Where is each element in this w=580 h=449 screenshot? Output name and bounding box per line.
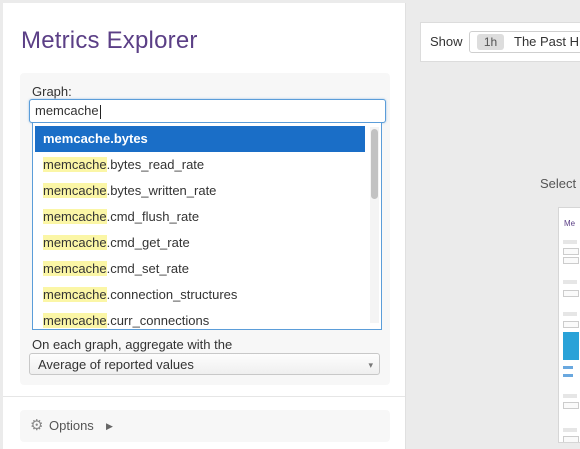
suggestion-item[interactable]: memcache.bytes_written_rate [35,178,365,204]
suggestion-rest: .bytes_read_rate [106,157,205,172]
select-prompt: Select [540,176,577,191]
page-title: Metrics Explorer [21,27,198,54]
suggestion-rest: .curr_connections [106,313,210,328]
suggestion-rest: .bytes [110,131,148,146]
suggestion-item[interactable]: memcache.curr_connections [35,308,365,329]
suggestion-match: memcache [43,235,107,250]
preview-line [563,240,577,244]
suggestion-item[interactable]: memcache.cmd_flush_rate [35,204,365,230]
preview-line [563,394,577,398]
suggestion-rest: .cmd_get_rate [106,235,190,250]
preview-line [563,280,577,284]
suggestion-match: memcache [43,287,107,302]
dropdown-scrollbar[interactable] [370,127,379,323]
preview-field [563,402,579,409]
metrics-explorer-panel: Metrics Explorer Graph: memcache memcach… [3,3,406,449]
options-label: Options [49,418,94,433]
time-range-bar: Show 1h The Past H [420,22,580,62]
suggestion-item[interactable]: memcache.cmd_set_rate [35,256,365,282]
suggestion-match: memcache [43,313,107,328]
preview-link [563,366,573,369]
suggestion-rest: .connection_structures [106,287,238,302]
preview-title-fragment: Me [564,219,576,228]
aggregate-label: On each graph, aggregate with the [32,337,233,352]
suggestion-match: memcache [43,209,107,224]
graph-label: Graph: [32,84,72,99]
options-toggle[interactable]: ⚙ Options ▶ [20,410,390,442]
preview-field [563,321,579,328]
preview-field [563,257,579,264]
suggestion-rest: .cmd_set_rate [106,261,189,276]
suggestion-match: memcache [43,183,107,198]
gear-icon: ⚙ [30,417,44,434]
preview-highlight [563,332,579,360]
show-label: Show [430,34,463,49]
preview-link [563,374,573,377]
suggestion-rest: .bytes_written_rate [106,183,217,198]
select-arrow-icon: ▾ [368,360,373,370]
text-caret [99,104,101,119]
caret-right-icon: ▶ [106,421,113,431]
metric-suggestions-dropdown[interactable]: memcache.bytes memcache.bytes_read_rate … [32,123,382,330]
suggestion-rest: .cmd_flush_rate [106,209,200,224]
aggregate-select-value: Average of reported values [38,357,194,372]
scrollbar-thumb[interactable] [371,129,378,199]
preview-thumbnail: Me [558,207,580,443]
suggestion-item[interactable]: memcache.bytes [35,126,365,152]
time-range-text: The Past H [514,34,580,49]
preview-line [563,312,577,316]
metric-search-value: memcache [35,103,99,118]
graph-section: Graph: memcache memcache.bytes memcache.… [20,73,390,385]
preview-field [563,248,579,255]
preview-field [563,436,579,442]
suggestion-item[interactable]: memcache.bytes_read_rate [35,152,365,178]
suggestion-match: memcache [43,131,111,146]
preview-line [563,428,577,432]
metric-search-input[interactable]: memcache [29,99,386,123]
time-badge: 1h [477,34,504,50]
suggestion-item[interactable]: memcache.cmd_get_rate [35,230,365,256]
suggestion-item[interactable]: memcache.connection_structures [35,282,365,308]
suggestion-match: memcache [43,261,107,276]
preview-field [563,290,579,297]
suggestion-match: memcache [43,157,107,172]
section-divider [3,396,405,397]
time-range-selector[interactable]: 1h The Past H [469,31,580,53]
aggregate-select[interactable]: Average of reported values ▾ [29,353,380,375]
